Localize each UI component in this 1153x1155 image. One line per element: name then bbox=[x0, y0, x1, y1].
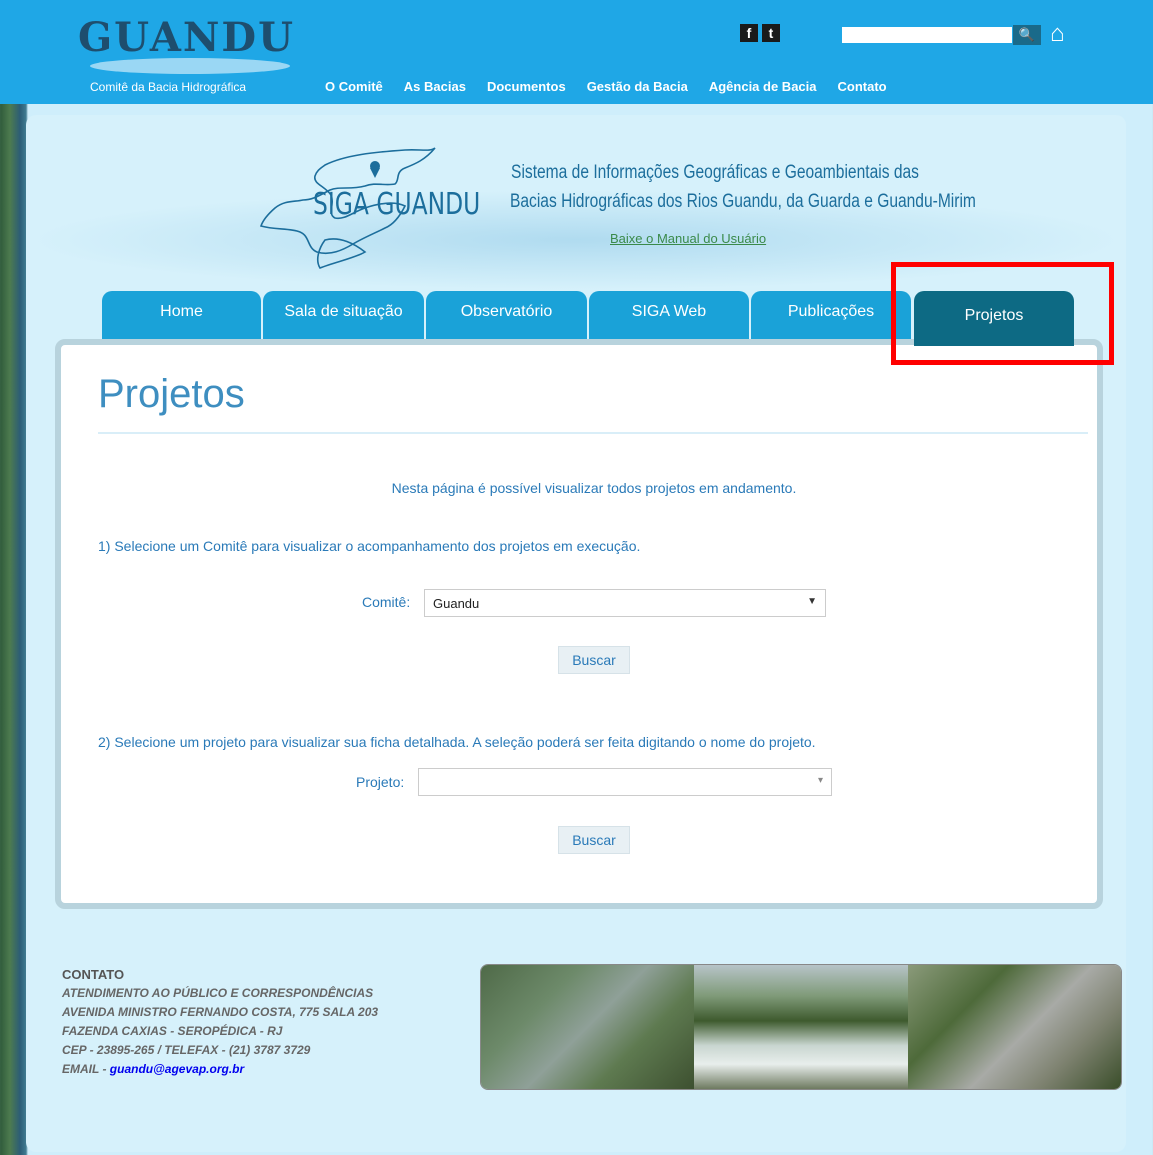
nav-item-documentos[interactable]: Documentos bbox=[487, 79, 566, 94]
page-title: Projetos bbox=[98, 372, 245, 416]
river-photo-strip bbox=[480, 964, 1122, 1090]
tab-observatorio[interactable]: Observatório bbox=[426, 291, 587, 339]
contact-email-line: EMAIL - guandu@agevap.org.br bbox=[62, 1060, 378, 1079]
contact-line: FAZENDA CAXIAS - SEROPÉDICA - RJ bbox=[62, 1024, 283, 1038]
contact-line: CEP - 23895-265 / TELEFAX - (21) 3787 37… bbox=[62, 1043, 311, 1057]
facebook-icon[interactable]: f bbox=[740, 24, 758, 42]
chevron-down-icon: ▼ bbox=[807, 596, 817, 607]
intro-text: Nesta página é possível visualizar todos… bbox=[391, 480, 797, 496]
comite-label: Comitê: bbox=[362, 594, 411, 610]
logo[interactable]: GUANDU bbox=[78, 14, 295, 61]
comite-select-value: Guandu bbox=[433, 595, 480, 611]
river-photo-1 bbox=[481, 965, 695, 1089]
buscar-projeto-button[interactable]: Buscar bbox=[558, 826, 630, 854]
siga-description: Sistema de Informações Geográficas e Geo… bbox=[510, 158, 976, 216]
nav-item-as-bacias[interactable]: As Bacias bbox=[404, 79, 466, 94]
tab-publicacoes[interactable]: Publicações bbox=[751, 291, 911, 339]
tab-sala-de-situacao[interactable]: Sala de situação bbox=[263, 291, 424, 339]
siga-title: SIGA GUANDU bbox=[313, 187, 481, 222]
social-links: f t bbox=[740, 24, 780, 42]
tab-siga-web[interactable]: SIGA Web bbox=[589, 291, 749, 339]
email-prefix: EMAIL - bbox=[62, 1062, 110, 1076]
title-divider bbox=[98, 432, 1088, 434]
search-input[interactable] bbox=[842, 27, 1012, 43]
nav-item-o-comite[interactable]: O Comitê bbox=[325, 79, 383, 94]
projeto-select[interactable]: ▾ bbox=[418, 768, 832, 796]
step-2-text: 2) Selecione um projeto para visualizar … bbox=[98, 734, 816, 750]
chevron-down-icon: ▾ bbox=[817, 775, 823, 786]
contact-block: CONTATO ATENDIMENTO AO PÚBLICO E CORRESP… bbox=[62, 965, 378, 1079]
highlight-box bbox=[891, 262, 1114, 365]
river-photo-2 bbox=[694, 965, 908, 1089]
email-link[interactable]: guandu@agevap.org.br bbox=[110, 1062, 244, 1076]
tagline: Comitê da Bacia Hidrográfica bbox=[90, 80, 247, 94]
home-icon[interactable]: ⌂ bbox=[1050, 20, 1065, 48]
main-nav: O Comitê As Bacias Documentos Gestão da … bbox=[325, 79, 887, 94]
comite-select[interactable]: Guandu ▼ bbox=[424, 589, 826, 617]
projeto-label: Projeto: bbox=[356, 774, 405, 790]
siga-desc-line-2: Bacias Hidrográficas dos Rios Guandu, da… bbox=[510, 191, 976, 212]
nav-item-agencia-de-bacia[interactable]: Agência de Bacia bbox=[709, 79, 817, 94]
manual-download-link[interactable]: Baixe o Manual do Usuário bbox=[610, 231, 766, 246]
twitter-icon[interactable]: t bbox=[762, 24, 780, 42]
content-box bbox=[55, 339, 1103, 909]
contact-heading: CONTATO bbox=[62, 967, 125, 982]
contact-line: ATENDIMENTO AO PÚBLICO E CORRESPONDÊNCIA… bbox=[62, 986, 374, 1000]
step-1-text: 1) Selecione um Comitê para visualizar o… bbox=[98, 538, 641, 554]
search-button[interactable]: 🔍 bbox=[1013, 25, 1041, 45]
map-pin-icon bbox=[370, 161, 380, 178]
nav-item-gestao-da-bacia[interactable]: Gestão da Bacia bbox=[587, 79, 688, 94]
buscar-comite-button[interactable]: Buscar bbox=[558, 646, 630, 674]
nav-item-contato[interactable]: Contato bbox=[838, 79, 887, 94]
tab-home[interactable]: Home bbox=[102, 291, 261, 339]
siga-desc-line-1: Sistema de Informações Geográficas e Geo… bbox=[511, 162, 919, 183]
river-photo-3 bbox=[907, 965, 1121, 1089]
contact-line: AVENIDA MINISTRO FERNANDO COSTA, 775 SAL… bbox=[62, 1005, 379, 1019]
search-icon: 🔍 bbox=[1018, 27, 1036, 42]
logo-swoosh bbox=[90, 58, 290, 74]
